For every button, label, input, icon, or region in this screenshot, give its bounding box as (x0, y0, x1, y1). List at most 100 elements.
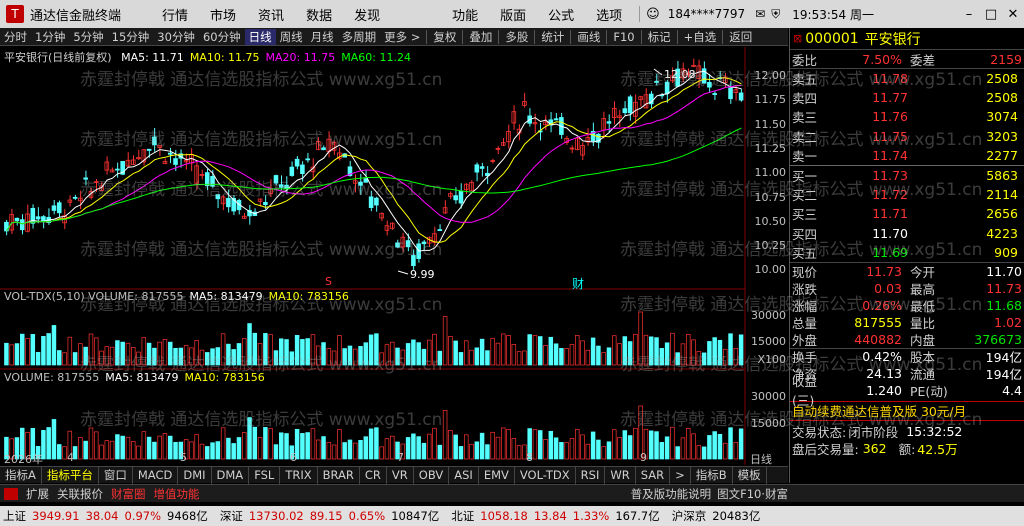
tool-button-2[interactable]: 多股 (501, 29, 532, 45)
volume-bar (374, 333, 379, 366)
user-icon[interactable]: ☺ (646, 7, 660, 22)
volume-bar (538, 336, 543, 366)
volume-bar (638, 311, 643, 366)
indicator-tab-17[interactable]: SAR (636, 466, 671, 484)
ext-tab-3[interactable]: 增值功能 (150, 486, 204, 502)
ask-row[interactable]: 卖二 11.75 3203 (790, 127, 1024, 146)
volume-bar (35, 351, 41, 366)
ask-row[interactable]: 卖五 11.78 2508 (790, 69, 1024, 88)
indicator-tab-4[interactable]: DMI (178, 466, 212, 484)
marker-s[interactable]: S (325, 275, 332, 288)
tool-button-4[interactable]: 画线 (573, 29, 604, 45)
indicator-tab-12[interactable]: ASI (449, 466, 479, 484)
tool-button-3[interactable]: 统计 (537, 29, 568, 45)
help-link[interactable]: 普及版功能说明 (627, 486, 716, 502)
bid-row[interactable]: 买五 11.69 909 (790, 243, 1024, 262)
ext-tab-2[interactable]: 财富圈 (107, 486, 150, 502)
period-tab-2[interactable]: 5分钟 (69, 29, 107, 45)
collapse-icon[interactable]: ⊠ (790, 32, 805, 45)
bid-row[interactable]: 买二 11.72 2114 (790, 185, 1024, 204)
menu-item-2[interactable]: 资讯 (247, 5, 295, 24)
indicator-tab-3[interactable]: MACD (133, 466, 179, 484)
marker-finance[interactable]: 财 (572, 275, 584, 292)
indicator-tab-10[interactable]: VR (387, 466, 414, 484)
indicator-tab-1[interactable]: 指标平台 (42, 466, 99, 484)
stat-row: 换手 0.42% 股本 194亿 (790, 347, 1024, 365)
period-tab-4[interactable]: 30分钟 (153, 29, 199, 45)
menu-item-6[interactable]: 版面 (489, 5, 537, 24)
indicator-tab-18[interactable]: > (670, 466, 691, 484)
user-account[interactable]: 184****7797 (668, 7, 745, 21)
period-tab-1[interactable]: 1分钟 (31, 29, 69, 45)
chart-canvas[interactable] (0, 47, 788, 465)
volume-bar (532, 335, 538, 366)
minimize-button[interactable]: – (958, 7, 980, 22)
bid-row[interactable]: 买四 11.70 4223 (790, 224, 1024, 243)
ask-row[interactable]: 卖四 11.77 2508 (790, 88, 1024, 107)
status-item-14: 167.7亿 (615, 509, 660, 523)
indicator-tab-8[interactable]: BRAR (318, 466, 360, 484)
volume-bar (728, 333, 733, 366)
tool-button-6[interactable]: 标记 (644, 29, 675, 45)
indicator-tab-2[interactable]: 窗口 (99, 466, 133, 484)
indicator-tab-9[interactable]: CR (360, 466, 387, 484)
ask-row[interactable]: 卖三 11.76 3074 (790, 107, 1024, 126)
menu-item-1[interactable]: 市场 (199, 5, 247, 24)
weicha-value: 2159 (990, 51, 1022, 67)
period-tab-0[interactable]: 分时 (0, 29, 31, 45)
indicator-tab-19[interactable]: 指标B (691, 466, 733, 484)
tool-button-7[interactable]: +自选 (680, 29, 721, 45)
volume-bar (733, 347, 739, 366)
menu-item-7[interactable]: 公式 (537, 5, 585, 24)
indicator-tab-6[interactable]: FSL (249, 466, 281, 484)
f10-link[interactable]: 图文F10·财富 (715, 486, 794, 502)
tool-button-5[interactable]: F10 (609, 30, 638, 44)
menu-item-0[interactable]: 行情 (151, 5, 199, 24)
bid-row[interactable]: 买三 11.71 2656 (790, 204, 1024, 223)
ext-tab-0[interactable]: 扩展 (22, 486, 53, 502)
volume-bar (236, 343, 242, 366)
tool-button-8[interactable]: 返回 (725, 29, 756, 45)
period-tab-5[interactable]: 60分钟 (199, 29, 245, 45)
promo-banner[interactable]: 自动续费通达信普及版 30元/月 (790, 400, 1024, 421)
indicator-tab-13[interactable]: EMV (479, 466, 515, 484)
period-tab-3[interactable]: 15分钟 (108, 29, 154, 45)
indicator-tab-15[interactable]: RSI (576, 466, 606, 484)
maximize-button[interactable]: □ (980, 7, 1002, 22)
volume-bar (691, 339, 696, 366)
indicator-tab-20[interactable]: 模板 (733, 466, 767, 484)
indicator-tab-16[interactable]: WR (605, 466, 636, 484)
close-button[interactable]: ✕ (1002, 7, 1024, 22)
indicator-tab-11[interactable]: OBV (414, 466, 450, 484)
period-tab-9[interactable]: 多周期 (338, 29, 381, 45)
indicator-tab-14[interactable]: VOL-TDX (515, 466, 576, 484)
bid-row[interactable]: 买一 11.73 5863 (790, 166, 1024, 185)
volume-bar (157, 341, 162, 366)
shield-icon[interactable]: ⛨ (771, 7, 780, 22)
indicator-tab-5[interactable]: DMA (212, 466, 250, 484)
period-tab-7[interactable]: 周线 (276, 29, 307, 45)
mail-icon[interactable]: ✉ (755, 7, 765, 21)
volume-bar (247, 323, 252, 366)
ask-label: 卖一 (792, 148, 818, 164)
kline-chart[interactable]: 平安银行(日线前复权) MA5: 11.71 MA10: 11.75 MA20: 1… (0, 47, 788, 465)
volume-bar (485, 350, 490, 366)
menu-item-3[interactable]: 数据 (295, 5, 343, 24)
expand-icon[interactable] (4, 487, 18, 500)
menu-item-8[interactable]: 选项 (585, 5, 633, 24)
tool-button-1[interactable]: 叠加 (465, 29, 496, 45)
period-tab-10[interactable]: 更多 > (380, 29, 424, 45)
ask-row[interactable]: 卖一 11.74 2277 (790, 146, 1024, 165)
menu-item-5[interactable]: 功能 (441, 5, 489, 24)
period-tab-8[interactable]: 月线 (307, 29, 338, 45)
candle-body (368, 196, 374, 208)
menu-item-4[interactable]: 发现 (343, 5, 391, 24)
indicator-tab-0[interactable]: 指标A (0, 466, 42, 484)
high-price-label: 12.08 (664, 68, 696, 81)
tool-button-0[interactable]: 复权 (429, 29, 460, 45)
candle-body (395, 242, 400, 248)
ext-tab-1[interactable]: 关联报价 (53, 486, 107, 502)
indicator-tab-7[interactable]: TRIX (280, 466, 318, 484)
period-tab-6[interactable]: 日线 (244, 28, 276, 45)
volume-bar (72, 352, 78, 366)
